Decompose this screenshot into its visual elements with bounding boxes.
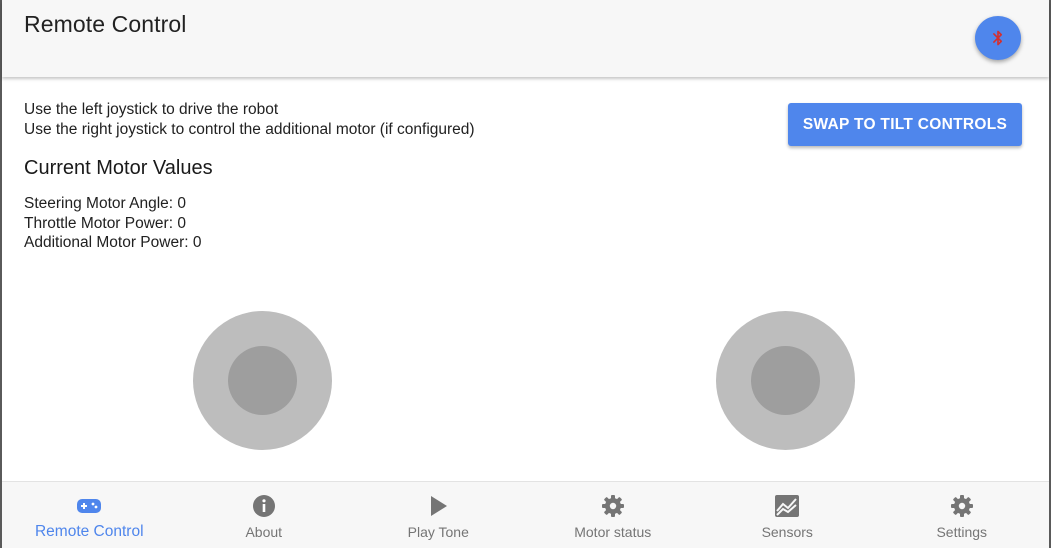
gamepad-icon (76, 493, 102, 519)
chart-icon (774, 493, 800, 519)
app-window: Remote Control Use the left joystick to … (0, 0, 1051, 548)
gear-icon (949, 493, 975, 519)
main-content: Use the left joystick to drive the robot… (2, 77, 1049, 480)
nav-label: Play Tone (407, 524, 469, 540)
app-bar: Remote Control (2, 0, 1049, 77)
left-joystick[interactable] (193, 311, 332, 450)
page-title: Remote Control (24, 11, 187, 37)
nav-label: About (245, 524, 283, 540)
nav-label: Sensors (761, 524, 813, 540)
nav-item-settings[interactable]: Settings (875, 482, 1050, 548)
throttle-motor-power: Throttle Motor Power: 0 (24, 214, 186, 232)
bottom-navigation: Remote Control About Play Tone Motor sta… (2, 481, 1049, 548)
motor-values-list: Steering Motor Angle: 0 Throttle Motor P… (24, 194, 201, 253)
left-joystick-knob[interactable] (228, 346, 297, 415)
play-icon (425, 493, 451, 519)
bluetooth-button[interactable] (975, 16, 1021, 60)
nav-item-play-tone[interactable]: Play Tone (351, 482, 526, 548)
nav-item-motor-status[interactable]: Motor status (526, 482, 701, 548)
steering-motor-angle: Steering Motor Angle: 0 (24, 195, 186, 212)
swap-to-tilt-controls-button[interactable]: SWAP TO TILT CONTROLS (788, 103, 1022, 146)
nav-item-about[interactable]: About (177, 482, 352, 548)
motor-values-heading: Current Motor Values (24, 157, 213, 179)
right-joystick-knob[interactable] (751, 346, 820, 415)
additional-motor-power: Additional Motor Power: 0 (24, 234, 202, 251)
nav-label: Remote Control (34, 523, 144, 540)
gear-icon (600, 493, 626, 519)
right-joystick[interactable] (716, 311, 855, 450)
nav-label: Motor status (574, 524, 652, 540)
bluetooth-icon (993, 30, 1003, 46)
nav-label: Settings (936, 524, 988, 540)
nav-item-remote-control[interactable]: Remote Control (2, 482, 177, 548)
instruction-line-left-joystick: Use the left joystick to drive the robot (24, 101, 279, 118)
instruction-line-right-joystick: Use the right joystick to control the ad… (24, 120, 475, 138)
nav-item-sensors[interactable]: Sensors (700, 482, 875, 548)
instructions-text: Use the left joystick to drive the robot… (24, 100, 475, 139)
info-icon (251, 493, 277, 519)
